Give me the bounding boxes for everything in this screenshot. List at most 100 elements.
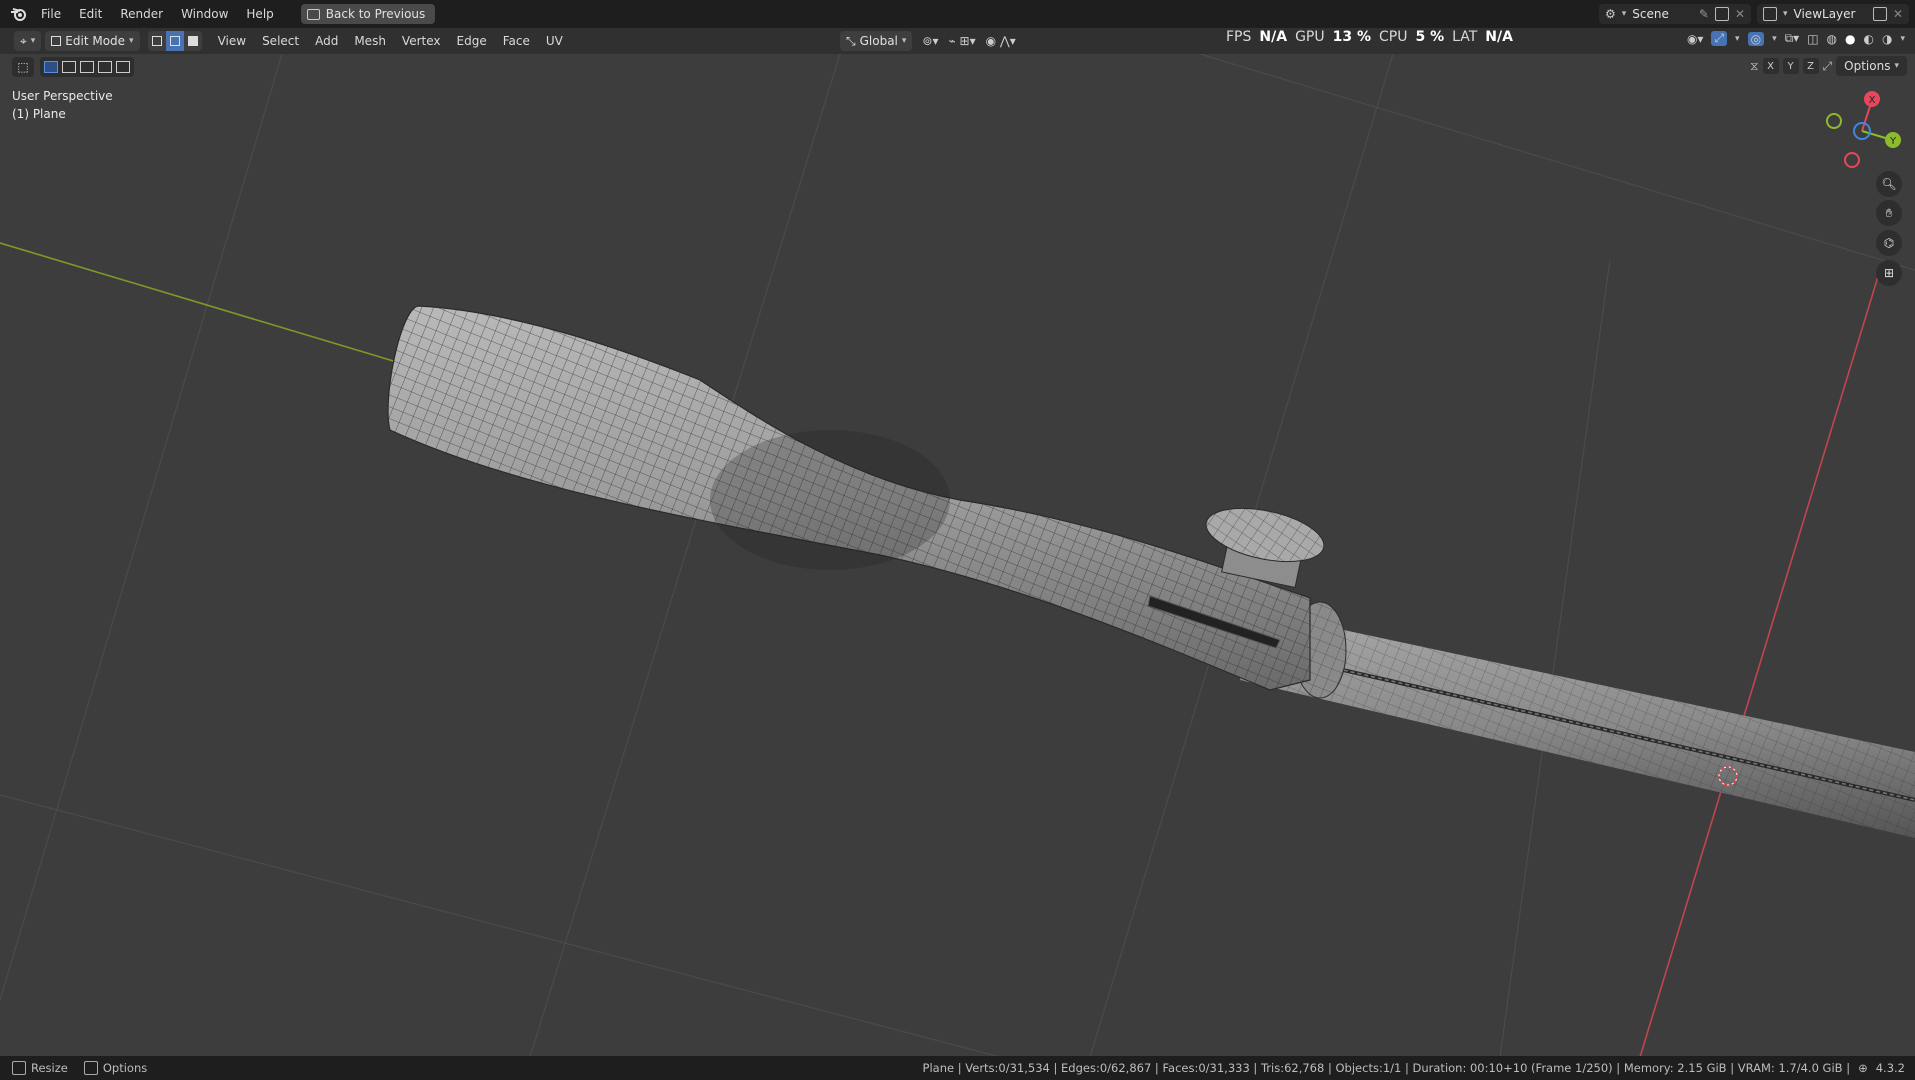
- xray-toggle-icon[interactable]: ◫: [1807, 32, 1818, 46]
- 3d-viewport[interactable]: X Y: [0, 54, 1915, 1057]
- face-select-icon: [187, 36, 198, 46]
- editor-type-icon: ⌖: [20, 33, 27, 48]
- menu-edge[interactable]: Edge: [449, 34, 495, 48]
- chevron-down-icon: ▾: [1735, 33, 1740, 44]
- pan-button[interactable]: ✋︎: [1876, 200, 1902, 226]
- back-to-previous-label: Back to Previous: [325, 7, 426, 21]
- menu-add[interactable]: Add: [307, 34, 346, 48]
- lat-label: LAT: [1452, 29, 1478, 45]
- select-extend-icon[interactable]: [62, 61, 76, 73]
- gpu-value: 13 %: [1332, 29, 1371, 45]
- viewlayer-selector[interactable]: ▾ ViewLayer ✕: [1757, 4, 1909, 24]
- menu-window[interactable]: Window: [172, 7, 237, 21]
- cpu-value: 5 %: [1415, 29, 1445, 45]
- mesh-overlay-icon[interactable]: ⧉▾: [1785, 31, 1800, 46]
- menu-vertex[interactable]: Vertex: [394, 34, 449, 48]
- chevron-down-icon: ▾: [30, 36, 36, 46]
- viewlayer-icon: [1763, 7, 1777, 21]
- select-new-icon[interactable]: [44, 61, 58, 73]
- mirror-y-toggle[interactable]: Y: [1782, 58, 1799, 74]
- status-left: Resize Options: [12, 1061, 147, 1076]
- rendered-shading-icon[interactable]: ◑: [1882, 32, 1892, 46]
- options-dropdown[interactable]: Options ▾: [1836, 56, 1907, 76]
- select-intersect-icon[interactable]: [116, 61, 130, 73]
- status-options: Options: [83, 1061, 147, 1076]
- active-tool-button[interactable]: ⬚: [12, 57, 34, 77]
- editor-type-button[interactable]: ⌖ ▾: [14, 31, 42, 51]
- tool-settings-row: ⬚: [12, 57, 134, 77]
- proportional-editing-icon[interactable]: ◉ ⋀▾: [986, 34, 1016, 48]
- status-resize: Resize: [12, 1061, 68, 1076]
- mouse-icon: [83, 1061, 98, 1076]
- menu-uv[interactable]: UV: [538, 34, 571, 48]
- perspective-toggle-button[interactable]: ⊞: [1876, 260, 1902, 286]
- grid-icon: ⊞: [1883, 266, 1895, 280]
- visibility-icon[interactable]: ◉▾: [1687, 32, 1704, 46]
- mirror-z-toggle[interactable]: Z: [1802, 58, 1819, 74]
- menu-render[interactable]: Render: [111, 7, 172, 21]
- new-viewlayer-icon[interactable]: [1872, 7, 1887, 21]
- menu-help[interactable]: Help: [237, 7, 282, 21]
- delete-viewlayer-icon[interactable]: ✕: [1893, 7, 1903, 21]
- select-invert-icon[interactable]: [98, 61, 112, 73]
- menu-edit[interactable]: Edit: [70, 7, 111, 21]
- scene-statistics: Plane | Verts:0/31,534 | Edges:0/62,867 …: [922, 1061, 1851, 1075]
- selection-mode-buttons: [40, 57, 134, 77]
- mirror-x-toggle[interactable]: X: [1762, 58, 1779, 74]
- transform-orientation-selector[interactable]: ⤡ Global ▾: [840, 31, 913, 51]
- performance-stats: FPS N/A GPU 13 % CPU 5 % LAT N/A: [1226, 28, 1513, 46]
- pin-icon[interactable]: ✎: [1699, 7, 1709, 21]
- top-menu-bar: File Edit Render Window Help Back to Pre…: [0, 0, 1915, 28]
- scene-icon: ⚙: [1605, 7, 1616, 21]
- auto-merge-icon[interactable]: ⤢: [1823, 59, 1833, 74]
- back-to-previous-button[interactable]: Back to Previous: [300, 4, 436, 24]
- edit-mode-icon: [51, 36, 62, 46]
- mirror-icon[interactable]: ⧖: [1750, 59, 1758, 74]
- menu-mesh[interactable]: Mesh: [346, 34, 394, 48]
- camera-icon: ⌬: [1883, 236, 1895, 250]
- pivot-point-icon[interactable]: ⊚▾: [922, 34, 938, 48]
- snap-icon[interactable]: ⌁ ⊞▾: [949, 34, 976, 48]
- mode-label: Edit Mode: [65, 34, 126, 48]
- blender-logo-icon[interactable]: [6, 0, 32, 28]
- cpu-label: CPU: [1379, 29, 1408, 45]
- transform-tools: ⤡ Global ▾ ⊚▾ ⌁ ⊞▾ ◉ ⋀▾: [836, 31, 1016, 51]
- scene-selector[interactable]: ⚙ ▾ Scene ✎ ✕: [1599, 4, 1751, 24]
- orientation-icon: ⤡: [846, 33, 856, 48]
- status-right: Plane | Verts:0/31,534 | Edges:0/62,867 …: [923, 1061, 1905, 1075]
- top-right-selectors: ⚙ ▾ Scene ✎ ✕ ▾ ViewLayer ✕: [1599, 4, 1909, 24]
- vertex-select-button[interactable]: [147, 31, 166, 51]
- chevron-down-icon: ▾: [129, 36, 134, 46]
- edge-select-button[interactable]: [165, 31, 184, 51]
- active-object-label: (1) Plane: [12, 107, 66, 121]
- delete-scene-icon[interactable]: ✕: [1735, 7, 1745, 21]
- fps-value: N/A: [1259, 29, 1288, 45]
- overlays-toggle-icon[interactable]: ◎: [1747, 31, 1765, 46]
- menu-select[interactable]: Select: [254, 34, 307, 48]
- mode-selector[interactable]: Edit Mode ▾: [45, 31, 140, 51]
- solid-shading-icon[interactable]: ●: [1845, 32, 1855, 46]
- zoom-icon: 🔍︎: [1881, 177, 1897, 191]
- new-scene-icon[interactable]: [1714, 7, 1729, 21]
- network-icon: ⊕: [1858, 1061, 1868, 1075]
- fps-label: FPS: [1226, 29, 1252, 45]
- chevron-down-icon[interactable]: ▾: [1900, 34, 1905, 44]
- status-bar: Resize Options Plane | Verts:0/31,534 | …: [0, 1056, 1915, 1080]
- menu-file[interactable]: File: [32, 7, 70, 21]
- menu-view[interactable]: View: [210, 34, 254, 48]
- orientation-label: Global: [859, 34, 898, 48]
- hand-icon: ✋︎: [1885, 205, 1893, 220]
- zoom-button[interactable]: 🔍︎: [1876, 171, 1902, 197]
- gizmo-toggle-icon[interactable]: ⤢: [1711, 31, 1728, 46]
- wireframe-shading-icon[interactable]: ◍: [1827, 32, 1837, 46]
- material-shading-icon[interactable]: ◐: [1864, 32, 1874, 46]
- chevron-down-icon: ▾: [1621, 9, 1627, 19]
- camera-view-button[interactable]: ⌬: [1876, 230, 1902, 256]
- viewport-display-tools: ◉▾ ⤢ ▾ ◎ ▾ ⧉▾ ◫ ◍ ● ◐ ◑ ▾: [1687, 31, 1905, 46]
- edge-select-icon: [169, 36, 180, 46]
- chevron-down-icon: ▾: [901, 36, 907, 46]
- menu-face[interactable]: Face: [495, 34, 538, 48]
- face-select-button[interactable]: [183, 31, 202, 51]
- back-screen-icon: [306, 8, 320, 20]
- select-subtract-icon[interactable]: [80, 61, 94, 73]
